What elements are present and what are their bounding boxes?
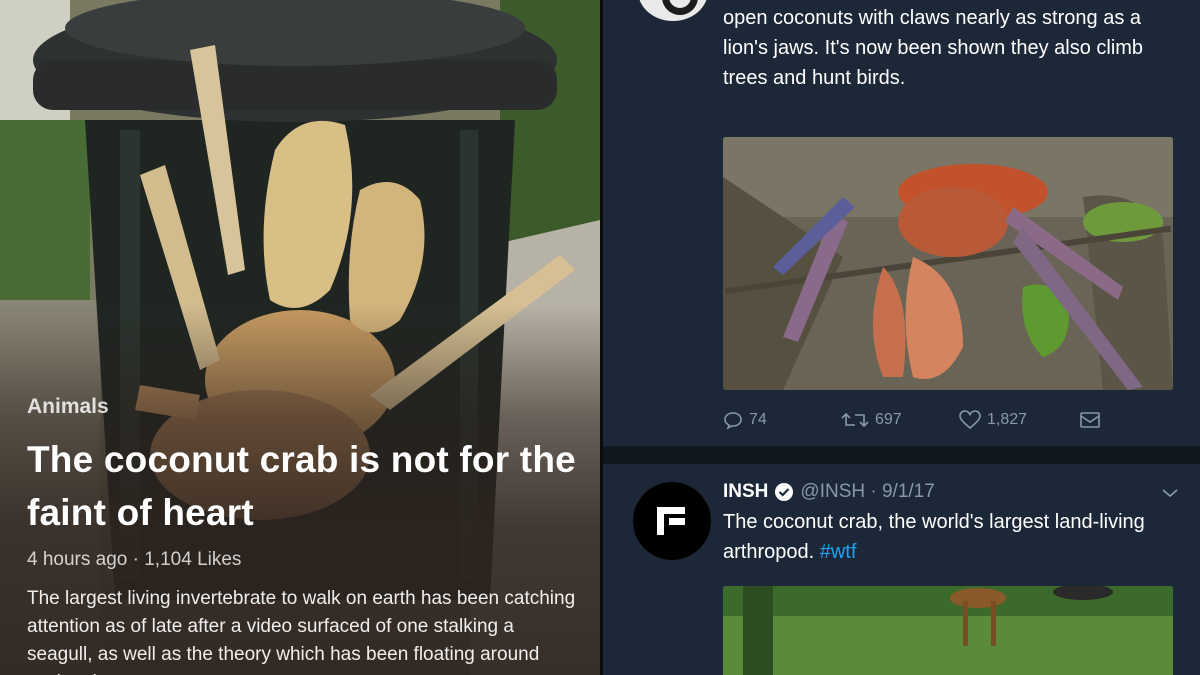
tweet-body: The coconut crab, the world's largest la…: [723, 511, 1145, 563]
chevron-down-icon[interactable]: [1161, 486, 1179, 500]
article-card[interactable]: Animals The coconut crab is not for the …: [0, 0, 600, 675]
tweet-separator: [603, 446, 1200, 464]
like-icon: [959, 410, 981, 430]
retweet-count: 697: [875, 411, 902, 428]
insh-logo-icon: [657, 507, 685, 535]
article-meta: 4 hours ago · 1,104 Likes: [27, 549, 242, 570]
like-button[interactable]: 1,827: [959, 406, 1027, 434]
article-text: Animals The coconut crab is not for the …: [27, 395, 577, 675]
verified-icon: [775, 483, 794, 501]
user-handle-date[interactable]: @INSH · 9/1/17: [800, 481, 934, 503]
message-icon: [1080, 412, 1100, 428]
article-category[interactable]: Animals: [27, 395, 577, 419]
article-headline[interactable]: The coconut crab is not for the faint of…: [27, 433, 577, 539]
like-count: 1,827: [987, 411, 1028, 428]
tweet-photo: [723, 586, 1173, 675]
retweet-icon: [841, 412, 869, 428]
avatar[interactable]: [633, 482, 711, 560]
reply-button[interactable]: 74: [723, 406, 767, 434]
tweet-media-coconut-crab[interactable]: [723, 137, 1173, 390]
reply-icon: [724, 412, 742, 430]
tweet-text: The coconut crab, the world's largest la…: [723, 507, 1173, 567]
avatar-logo-icon: [662, 0, 698, 15]
hashtag-link[interactable]: #wtf: [820, 541, 857, 563]
user-name[interactable]: INSH: [723, 481, 768, 503]
retweet-button[interactable]: 697: [841, 406, 902, 434]
crab-photo: [723, 137, 1173, 390]
tweet-actions: 74 697 1,827: [723, 406, 1153, 434]
tweet-text: open coconuts with claws nearly as stron…: [723, 7, 1144, 89]
reply-count: 74: [749, 411, 767, 428]
avatar[interactable]: [635, 0, 711, 24]
tweet-media[interactable]: [723, 586, 1173, 675]
direct-message-button[interactable]: [1079, 406, 1101, 434]
article-summary: The largest living invertebrate to walk …: [27, 588, 576, 675]
twitter-feed[interactable]: open coconuts with claws nearly as stron…: [603, 0, 1200, 675]
tweet-header: INSH @INSH · 9/1/17: [723, 478, 1183, 506]
